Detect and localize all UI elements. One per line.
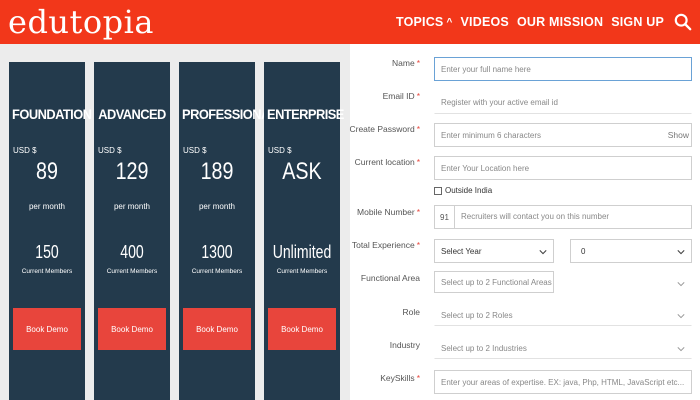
mobile-placeholder: Recruiters will contact you on this numb… bbox=[461, 212, 610, 221]
plan-period: per month bbox=[28, 202, 66, 211]
plan-member-label: Current Members bbox=[106, 268, 158, 275]
plan-period: per month bbox=[198, 202, 236, 211]
role-placeholder: Select up to 2 Roles bbox=[441, 310, 513, 320]
plan-name: FOUNDATION bbox=[12, 106, 92, 122]
plan-currency: USD $ bbox=[98, 146, 122, 155]
email-placeholder: Register with your active email id bbox=[441, 97, 558, 107]
functional-area-dropdown[interactable] bbox=[570, 273, 692, 295]
outside-india-checkbox[interactable] bbox=[434, 186, 442, 195]
key-skills-placeholder: Enter your areas of expertise. EX: java,… bbox=[441, 377, 685, 387]
mobile-label: Mobile Number * bbox=[357, 207, 420, 217]
key-skills-input[interactable]: Enter your areas of expertise. EX: java,… bbox=[434, 370, 692, 394]
book-demo-button[interactable]: Book Demo bbox=[183, 308, 251, 350]
experience-year-select[interactable]: Select Year bbox=[434, 239, 554, 263]
name-placeholder: Enter your full name here bbox=[441, 64, 531, 74]
site-logo[interactable]: edutopia bbox=[8, 2, 154, 42]
book-demo-button[interactable]: Book Demo bbox=[98, 308, 166, 350]
registration-form: Name * Enter your full name here Email ID… bbox=[349, 44, 700, 400]
chevron-down-icon bbox=[677, 282, 685, 287]
plan-price: 189 bbox=[200, 158, 234, 185]
nav-our-mission[interactable]: OUR MISSION bbox=[517, 15, 603, 29]
mobile-input[interactable]: 91 Recruiters will contact you on this n… bbox=[434, 205, 692, 229]
password-placeholder: Enter minimum 6 characters bbox=[441, 130, 542, 140]
plan-price: 89 bbox=[36, 158, 58, 185]
nav-videos[interactable]: VIDEOS bbox=[461, 15, 509, 29]
plan-name: PROFESSIONAL bbox=[182, 106, 278, 122]
search-icon[interactable] bbox=[674, 13, 692, 31]
industry-select[interactable]: Select up to 2 Industries bbox=[434, 337, 692, 359]
nav-topics-label: TOPICS bbox=[395, 15, 444, 29]
main-nav: TOPICS ^ VIDEOS OUR MISSION SIGN UP bbox=[396, 0, 664, 44]
email-input[interactable]: Register with your active email id bbox=[434, 90, 692, 114]
plan-card-professional: PROFESSIONAL USD $ 189 per month 1300 Cu… bbox=[179, 62, 278, 400]
nav-videos-label: VIDEOS bbox=[460, 15, 509, 29]
role-select[interactable]: Select up to 2 Roles bbox=[434, 304, 692, 326]
chevron-down-icon bbox=[677, 314, 685, 319]
experience-label: Total Experience * bbox=[351, 240, 420, 250]
plan-card-advanced: ADVANCED USD $ 129 per month 400 Current… bbox=[94, 62, 170, 400]
plan-card-enterprise: ENTERPRISE USD $ ASK Unlimited Current M… bbox=[264, 62, 344, 400]
plan-member-count: Unlimited bbox=[272, 242, 332, 262]
country-code[interactable]: 91 bbox=[435, 206, 455, 228]
nav-our-mission-label: OUR MISSION bbox=[516, 15, 604, 29]
experience-month-value: 0 bbox=[581, 246, 586, 256]
site-header: edutopia TOPICS ^ VIDEOS OUR MISSION SIG… bbox=[0, 0, 700, 44]
location-input[interactable]: Enter Your Location here bbox=[434, 156, 692, 180]
industry-label: Industry bbox=[389, 340, 420, 350]
plan-name: ADVANCED bbox=[98, 106, 166, 122]
plan-name: ENTERPRISE bbox=[267, 106, 344, 122]
plan-member-label: Current Members bbox=[21, 268, 73, 275]
plan-period: per month bbox=[113, 202, 151, 211]
nav-topics[interactable]: TOPICS ^ bbox=[396, 15, 453, 29]
book-demo-button[interactable]: Book Demo bbox=[268, 308, 336, 350]
plan-card-foundation: FOUNDATION USD $ 89 per month 150 Curren… bbox=[9, 62, 92, 400]
plan-price: 129 bbox=[115, 158, 149, 185]
show-password-toggle[interactable]: Show bbox=[668, 130, 689, 140]
nav-sign-up-label: SIGN UP bbox=[611, 15, 664, 29]
functional-area-placeholder: Select up to 2 Functional Areas bbox=[441, 277, 552, 287]
nav-sign-up[interactable]: SIGN UP bbox=[611, 15, 664, 29]
functional-area-select[interactable]: Select up to 2 Functional Areas bbox=[434, 271, 554, 293]
plan-currency: USD $ bbox=[268, 146, 292, 155]
functional-area-label: Functional Area bbox=[360, 273, 420, 283]
role-label: Role bbox=[402, 307, 420, 317]
chevron-down-icon bbox=[677, 250, 685, 255]
plan-currency: USD $ bbox=[183, 146, 207, 155]
email-label: Email ID * bbox=[382, 91, 420, 101]
plan-currency: USD $ bbox=[13, 146, 37, 155]
plan-member-count: 150 bbox=[35, 242, 59, 262]
plan-price: ASK bbox=[282, 158, 322, 185]
location-placeholder: Enter Your Location here bbox=[441, 163, 530, 173]
chevron-up-icon: ^ bbox=[446, 16, 453, 28]
name-label: Name * bbox=[392, 58, 420, 68]
chevron-down-icon bbox=[677, 347, 685, 352]
password-label: Create Password * bbox=[349, 124, 420, 134]
location-label: Current location * bbox=[354, 157, 420, 167]
experience-year-value: Select Year bbox=[441, 246, 482, 256]
outside-india-label: Outside India bbox=[445, 186, 493, 195]
plan-member-label: Current Members bbox=[191, 268, 243, 275]
key-skills-label: KeySkills * bbox=[380, 373, 420, 383]
outside-india-row: Outside India bbox=[434, 186, 492, 195]
experience-month-select[interactable]: 0 bbox=[570, 239, 692, 263]
industry-placeholder: Select up to 2 Industries bbox=[441, 343, 527, 353]
pricing-panel: FOUNDATION USD $ 89 per month 150 Curren… bbox=[0, 44, 350, 400]
book-demo-button[interactable]: Book Demo bbox=[13, 308, 81, 350]
password-input[interactable]: Enter minimum 6 characters Show bbox=[434, 123, 692, 147]
plan-member-label: Current Members bbox=[276, 268, 328, 275]
chevron-down-icon bbox=[539, 250, 547, 255]
name-input[interactable]: Enter your full name here bbox=[434, 57, 692, 81]
plan-member-count: 1300 bbox=[201, 242, 233, 262]
plan-member-count: 400 bbox=[120, 242, 144, 262]
